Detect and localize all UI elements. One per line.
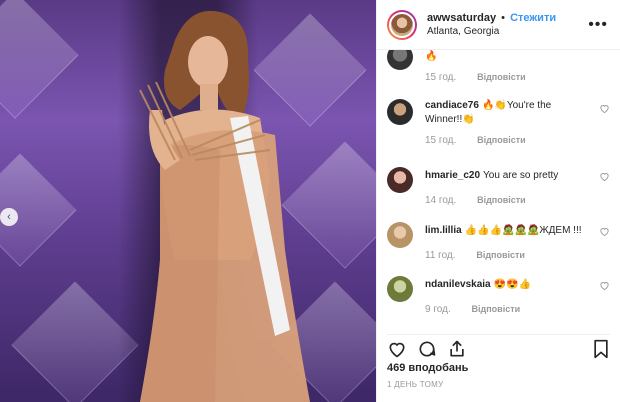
- avatar[interactable]: [387, 99, 413, 125]
- comment-item: hmarie_c20 You are so pretty 14 год. Відп…: [387, 167, 610, 206]
- action-bar: [387, 334, 610, 359]
- avatar[interactable]: [387, 222, 413, 248]
- comment-username[interactable]: ndanilevskaia: [425, 279, 491, 290]
- avatar[interactable]: [387, 9, 417, 40]
- comment-list[interactable]: 🔥 15 год. Відповісти candiace76 🔥👏You're …: [377, 50, 620, 328]
- comment-text: You are so pretty: [483, 170, 559, 181]
- username-link[interactable]: awwsaturday: [427, 12, 496, 24]
- heart-icon[interactable]: [599, 280, 610, 291]
- share-icon[interactable]: [447, 339, 467, 359]
- post-side-panel: awwsaturday • Стежити Atlanta, Georgia •…: [376, 0, 620, 402]
- reply-button[interactable]: Відповісти: [477, 72, 526, 82]
- post-timestamp[interactable]: 1 ДЕНЬ ТОМУ: [387, 380, 443, 389]
- more-options-icon[interactable]: •••: [588, 16, 608, 34]
- reply-button[interactable]: Відповісти: [472, 304, 521, 314]
- comment-time[interactable]: 11 год.: [425, 250, 456, 261]
- comment-time[interactable]: 14 год.: [425, 195, 456, 206]
- comment-username[interactable]: lim.lillia: [425, 225, 462, 236]
- comment-time[interactable]: 9 год.: [425, 304, 451, 315]
- comment-item: lim.lillia 👍👍👍🧟🧟🧟ЖДЕМ !!! 11 год. Відпові…: [387, 222, 610, 261]
- reply-button[interactable]: Відповісти: [477, 135, 526, 145]
- avatar[interactable]: [387, 50, 413, 70]
- heart-icon[interactable]: [599, 226, 610, 237]
- post-photo[interactable]: ‹: [0, 0, 376, 402]
- comment-time[interactable]: 15 год.: [425, 135, 456, 146]
- like-heart-icon[interactable]: [387, 339, 407, 359]
- location-link[interactable]: Atlanta, Georgia: [427, 25, 556, 39]
- comment-item: ndanilevskaia 😍😍👍 9 год. Відповісти: [387, 276, 610, 315]
- comment-item: 🔥 15 год. Відповісти: [387, 50, 610, 83]
- comment-time[interactable]: 15 год.: [425, 72, 456, 83]
- comment-bubble-icon[interactable]: [417, 339, 437, 359]
- comment-username[interactable]: candiace76: [425, 100, 479, 111]
- model-figure: [139, 10, 310, 402]
- bookmark-icon[interactable]: [592, 339, 610, 359]
- comment-username[interactable]: hmarie_c20: [425, 170, 480, 181]
- header-text: awwsaturday • Стежити Atlanta, Georgia: [427, 11, 556, 39]
- background-panel: [0, 0, 79, 119]
- reply-button[interactable]: Відповісти: [477, 195, 526, 205]
- comment-text: 👍👍👍🧟🧟🧟ЖДЕМ !!!: [464, 225, 582, 236]
- likes-count[interactable]: 469 вподобань: [387, 362, 468, 374]
- heart-icon[interactable]: [599, 103, 610, 114]
- avatar[interactable]: [387, 167, 413, 193]
- heart-icon[interactable]: [599, 171, 610, 182]
- comment-text: 😍😍👍: [493, 279, 531, 290]
- reply-button[interactable]: Відповісти: [476, 250, 525, 260]
- avatar[interactable]: [387, 276, 413, 302]
- carousel-prev-button[interactable]: ‹: [0, 208, 18, 226]
- comment-text: 🔥: [425, 51, 438, 62]
- follow-button[interactable]: Стежити: [510, 12, 556, 24]
- chevron-left-icon: ‹: [7, 211, 11, 223]
- separator-dot: •: [501, 11, 506, 24]
- post-header: awwsaturday • Стежити Atlanta, Georgia •…: [377, 0, 620, 50]
- comment-item: candiace76 🔥👏You're the Winner!!👏 15 год.…: [387, 99, 610, 146]
